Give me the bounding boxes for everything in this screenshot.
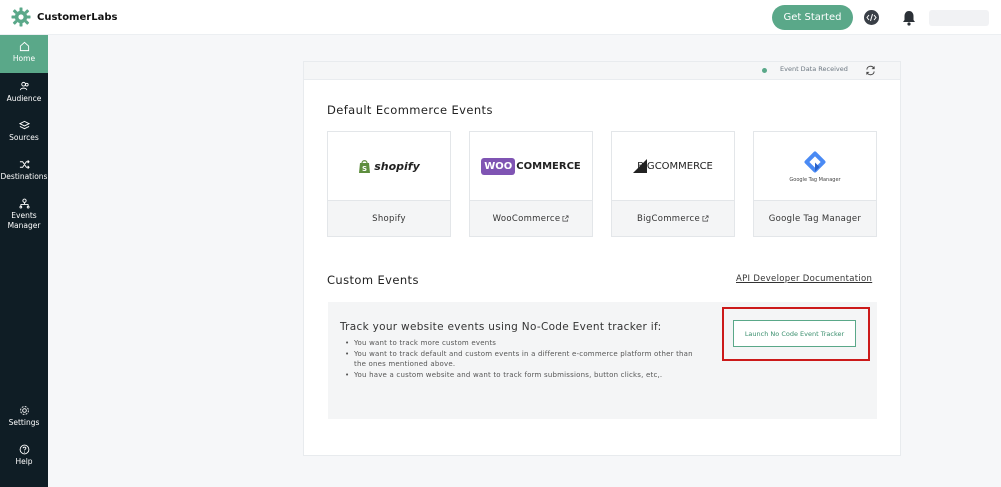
sidebar-item-label: Settings: [8, 418, 40, 427]
external-link-icon: [562, 215, 569, 222]
sidebar-item-label: Audience: [6, 94, 42, 103]
bigcommerce-big: BIG: [637, 160, 655, 172]
api-docs-link[interactable]: API Developer Documentation: [736, 274, 872, 284]
brand-logo[interactable]: CustomerLabs: [11, 7, 117, 27]
sidebar-item-label: Events Manager: [7, 211, 41, 230]
bigcommerce-label: BigCommerce: [636, 213, 701, 224]
tile-shopify[interactable]: S shopify Shopify: [327, 131, 451, 237]
sidebar: Home Audience Sources Destinations Event…: [0, 35, 48, 487]
sidebar-item-help[interactable]: Help: [0, 444, 48, 467]
brand-name: CustomerLabs: [37, 11, 118, 23]
tile-label: Shopify: [328, 200, 450, 236]
shopify-bag-icon: S: [359, 159, 371, 173]
gtm-wordmark: Google Tag Manager: [789, 177, 841, 183]
list-item: You have a custom website and want to tr…: [343, 370, 703, 381]
sidebar-item-home[interactable]: Home: [0, 35, 48, 73]
sidebar-item-audience[interactable]: Audience: [0, 81, 48, 104]
tile-label: WooCommerce: [470, 200, 592, 236]
tile-woocommerce[interactable]: WOO COMMERCE WooCommerce: [469, 131, 593, 237]
gear-logo-icon: [11, 7, 31, 27]
sidebar-item-events-manager[interactable]: Events Manager: [0, 198, 48, 231]
shopify-label: Shopify: [372, 213, 406, 224]
user-profile[interactable]: [929, 10, 989, 26]
tracker-info-box: Track your website events using No-Code …: [328, 302, 877, 419]
bigcommerce-logo: BIG COMMERCE: [612, 132, 734, 200]
home-icon: [19, 41, 29, 52]
tile-bigcommerce[interactable]: BIG COMMERCE BigCommerce: [611, 131, 735, 237]
tracker-bullets: You want to track more custom events You…: [343, 338, 703, 380]
list-item: You want to track default and custom eve…: [343, 349, 703, 370]
woo-badge: WOO: [481, 157, 516, 175]
shopify-logo: S shopify: [328, 132, 450, 200]
bigcommerce-wordmark: COMMERCE: [654, 160, 713, 172]
woocommerce-label: WooCommerce: [492, 213, 561, 224]
layers-icon: [18, 120, 30, 130]
sidebar-item-label: Home: [12, 54, 36, 63]
get-started-button[interactable]: Get Started: [772, 5, 853, 30]
refresh-icon[interactable]: [865, 65, 876, 76]
status-text: Event Data Received: [780, 65, 848, 73]
launch-tracker-button[interactable]: Launch No Code Event Tracker: [733, 320, 856, 347]
shopify-wordmark: shopify: [374, 159, 420, 173]
woocommerce-logo: WOO COMMERCE: [470, 132, 592, 200]
list-item: You want to track more custom events: [343, 338, 703, 349]
events-icon: [18, 198, 30, 209]
sidebar-item-label: Destinations: [0, 172, 48, 181]
woo-wordmark: COMMERCE: [516, 160, 581, 172]
gtm-logo: Google Tag Manager: [754, 132, 876, 200]
gtm-diamond-icon: [804, 151, 826, 173]
sidebar-item-destinations[interactable]: Destinations: [0, 159, 48, 182]
gtm-label: Google Tag Manager: [768, 213, 862, 224]
status-dot: [762, 68, 767, 73]
help-icon: [19, 444, 29, 455]
status-bar: Event Data Received: [304, 62, 900, 80]
default-events-title: Default Ecommerce Events: [327, 103, 493, 117]
users-icon: [19, 81, 29, 91]
sidebar-item-sources[interactable]: Sources: [0, 120, 48, 143]
shuffle-icon: [19, 160, 30, 169]
gear-icon: [19, 406, 29, 415]
tile-label: BigCommerce: [612, 200, 734, 236]
code-icon[interactable]: [864, 10, 879, 25]
tile-label: Google Tag Manager: [754, 200, 876, 236]
sidebar-item-settings[interactable]: Settings: [0, 405, 48, 428]
tile-google-tag-manager[interactable]: Google Tag Manager Google Tag Manager: [753, 131, 877, 237]
tracker-title: Track your website events using No-Code …: [340, 321, 662, 333]
svg-text:S: S: [362, 165, 367, 173]
sidebar-item-label: Help: [15, 457, 33, 466]
external-link-icon: [702, 215, 709, 222]
main-card: Event Data Received Default Ecommerce Ev…: [303, 61, 901, 456]
custom-events-title: Custom Events: [327, 273, 419, 287]
bell-icon[interactable]: [902, 10, 916, 26]
top-bar: CustomerLabs Get Started: [0, 0, 1001, 35]
sidebar-item-label: Sources: [9, 133, 39, 142]
